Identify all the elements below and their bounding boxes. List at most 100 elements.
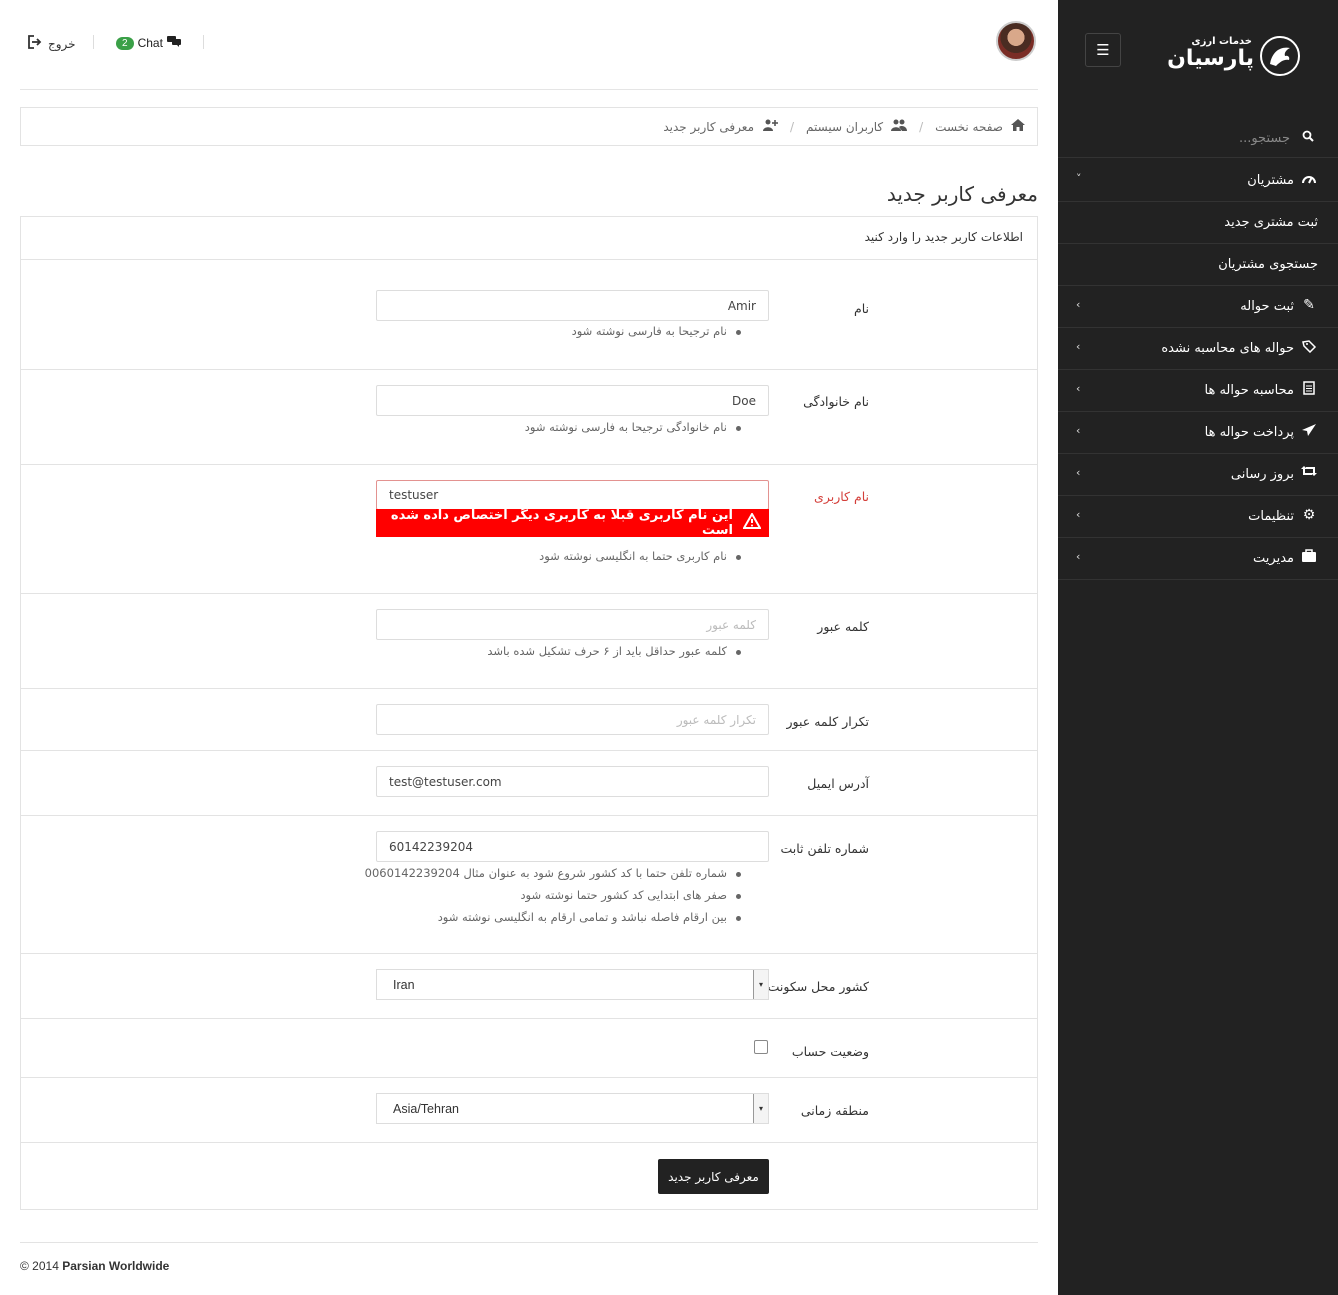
sidebar-search xyxy=(1058,118,1338,158)
logo-title: پارسیان xyxy=(1167,46,1254,71)
pencil-icon: ✎ xyxy=(1303,297,1315,313)
sidebar-item-label: مدیریت xyxy=(1253,551,1294,566)
chevron-left-icon: ‹ xyxy=(1076,508,1081,521)
last-name-help: نام خانوادگی ترجیحا به فارسی نوشته شود xyxy=(525,420,742,442)
country-selected-value: Iran xyxy=(393,977,415,992)
search-icon[interactable] xyxy=(1302,130,1314,145)
sidebar-item-label: تنظیمات xyxy=(1248,509,1294,524)
help-item: نام خانوادگی ترجیحا به فارسی نوشته شود xyxy=(525,420,742,434)
dashboard-icon xyxy=(1300,171,1318,189)
chat-count-badge: 2 xyxy=(116,36,134,50)
account-status-label: وضعیت حساب xyxy=(791,1044,869,1059)
timezone-label: منطقه زمانی xyxy=(800,1103,869,1118)
email-label: آدرس ایمیل xyxy=(807,776,869,791)
sidebar-item-label: حواله های محاسبه نشده xyxy=(1161,341,1294,356)
username-error-text: این نام کاربری قبلا به کاربری دیگر اختصا… xyxy=(390,508,733,538)
logout-label: خروج xyxy=(48,36,76,51)
avatar[interactable] xyxy=(996,21,1036,61)
chat-button[interactable]: 2 Chat xyxy=(116,36,181,50)
form-row-password-repeat: تکرار کلمه عبور xyxy=(21,689,1037,751)
last-name-input[interactable] xyxy=(376,385,769,416)
username-input[interactable] xyxy=(376,480,769,510)
sidebar-item-label: ثبت مشتری جدید xyxy=(1224,215,1318,230)
sidebar-item-new-customer[interactable]: ثبت مشتری جدید xyxy=(1058,202,1338,244)
email-input[interactable] xyxy=(376,766,769,797)
chevron-left-icon: ‹ xyxy=(1076,382,1081,395)
page-title: معرفی کاربر جدید xyxy=(886,182,1038,206)
chevron-left-icon: ‹ xyxy=(1076,550,1081,563)
form-row-last-name: نام خانوادگی نام خانوادگی ترجیحا به فارس… xyxy=(21,370,1037,465)
submit-new-user-button[interactable]: معرفی کاربر جدید xyxy=(658,1159,769,1194)
breadcrumb-users[interactable]: کاربران سیستم xyxy=(806,120,883,134)
divider xyxy=(203,35,204,49)
help-item: نام ترجیحا به فارسی نوشته شود xyxy=(572,324,742,338)
hamburger-icon: ☰ xyxy=(1096,41,1110,59)
sidebar-item-settings[interactable]: ⚙ تنظیمات ‹ xyxy=(1058,496,1338,538)
form-row-username: نام کاربری این نام کاربری قبلا به کاربری… xyxy=(21,465,1037,594)
sidebar-item-label: ثبت حواله xyxy=(1240,299,1294,314)
help-item: شماره تلفن حتما با کد کشور شروع شود به ع… xyxy=(365,866,742,880)
sidebar-item-customers[interactable]: مشتریان ˅ xyxy=(1058,160,1338,202)
phone-help: شماره تلفن حتما با کد کشور شروع شود به ع… xyxy=(365,866,742,932)
logo[interactable]: خدمات ارزی پارسیان xyxy=(1167,30,1300,80)
phone-label: شماره تلفن ثابت xyxy=(780,841,869,856)
username-error-message: این نام کاربری قبلا به کاربری دیگر اختصا… xyxy=(376,508,769,538)
form-row-email: آدرس ایمیل xyxy=(21,751,1037,816)
divider xyxy=(93,35,94,49)
sidebar: خدمات ارزی پارسیان ☰ مشتریان ˅ ثبت مشتری… xyxy=(1058,0,1338,1295)
footer: © 2014 Parsian Worldwide xyxy=(20,1259,169,1273)
timezone-select[interactable]: Asia/Tehran ▾ xyxy=(376,1093,769,1124)
chevron-left-icon: ‹ xyxy=(1076,424,1081,437)
add-user-icon xyxy=(762,119,778,134)
country-select[interactable]: Iran ▾ xyxy=(376,969,769,1000)
retweet-icon xyxy=(1300,465,1318,481)
breadcrumb-current: معرفی کاربر جدید xyxy=(663,119,754,134)
sidebar-item-label: پرداخت حواله ها xyxy=(1204,425,1294,440)
panel-heading: اطلاعات کاربر جدید را وارد کنید xyxy=(21,217,1037,260)
briefcase-icon xyxy=(1300,549,1318,567)
logout-button[interactable]: خروج xyxy=(28,35,76,52)
password-label: کلمه عبور xyxy=(817,619,869,634)
chevron-left-icon: ‹ xyxy=(1076,466,1081,479)
cogs-icon: ⚙ xyxy=(1302,507,1316,523)
breadcrumb-home[interactable]: صفحه نخست xyxy=(935,120,1003,134)
form-row-timezone: منطقه زمانی Asia/Tehran ▾ xyxy=(21,1078,1037,1143)
sidebar-item-search-customers[interactable]: جستجوی مشتریان xyxy=(1058,244,1338,286)
dropdown-arrow-icon: ▾ xyxy=(753,970,768,999)
top-bar: خروج 2 Chat xyxy=(20,0,1038,90)
sidebar-item-pay-remittances[interactable]: پرداخت حواله ها ‹ xyxy=(1058,412,1338,454)
sidebar-item-uncalculated-remittances[interactable]: حواله های محاسبه نشده ‹ xyxy=(1058,328,1338,370)
dropdown-arrow-icon: ▾ xyxy=(753,1094,768,1123)
sidebar-item-label: جستجوی مشتریان xyxy=(1218,257,1318,272)
account-status-checkbox[interactable] xyxy=(754,1040,768,1054)
home-icon xyxy=(1011,119,1025,134)
sidebar-item-management[interactable]: مدیریت ‹ xyxy=(1058,538,1338,580)
chevron-left-icon: ‹ xyxy=(1076,340,1081,353)
phone-input[interactable] xyxy=(376,831,769,862)
help-item: نام کاربری حتما به انگلیسی نوشته شود xyxy=(539,549,741,563)
first-name-input[interactable] xyxy=(376,290,769,321)
first-name-help: نام ترجیحا به فارسی نوشته شود xyxy=(572,324,742,346)
password-input[interactable] xyxy=(376,609,769,640)
chat-label: Chat xyxy=(137,36,163,50)
tags-icon xyxy=(1300,339,1318,357)
search-input[interactable] xyxy=(1100,126,1290,150)
new-user-form-panel: اطلاعات کاربر جدید را وارد کنید نام نام … xyxy=(20,216,1038,1210)
password-repeat-input[interactable] xyxy=(376,704,769,735)
breadcrumb-separator: / xyxy=(790,119,795,134)
form-row-phone: شماره تلفن ثابت شماره تلفن حتما با کد کش… xyxy=(21,816,1037,954)
logout-icon xyxy=(28,35,42,52)
chevron-down-icon: ˅ xyxy=(1076,172,1082,185)
sidebar-item-update[interactable]: بروز رسانی ‹ xyxy=(1058,454,1338,496)
sidebar-item-register-remittance[interactable]: ✎ ثبت حواله ‹ xyxy=(1058,286,1338,328)
sidebar-item-calculate-remittances[interactable]: محاسبه حواله ها ‹ xyxy=(1058,370,1338,412)
menu-toggle-button[interactable]: ☰ xyxy=(1085,33,1121,67)
username-help: نام کاربری حتما به انگلیسی نوشته شود xyxy=(539,549,741,571)
form-actions: معرفی کاربر جدید xyxy=(21,1143,1037,1209)
timezone-selected-value: Asia/Tehran xyxy=(393,1101,460,1116)
warning-icon xyxy=(742,511,762,533)
help-item: بین ارقام فاصله نباشد و تمامی ارقام به ا… xyxy=(365,910,742,924)
username-label: نام کاربری xyxy=(814,489,869,504)
footer-divider xyxy=(20,1242,1038,1243)
paper-plane-icon xyxy=(1300,423,1318,441)
